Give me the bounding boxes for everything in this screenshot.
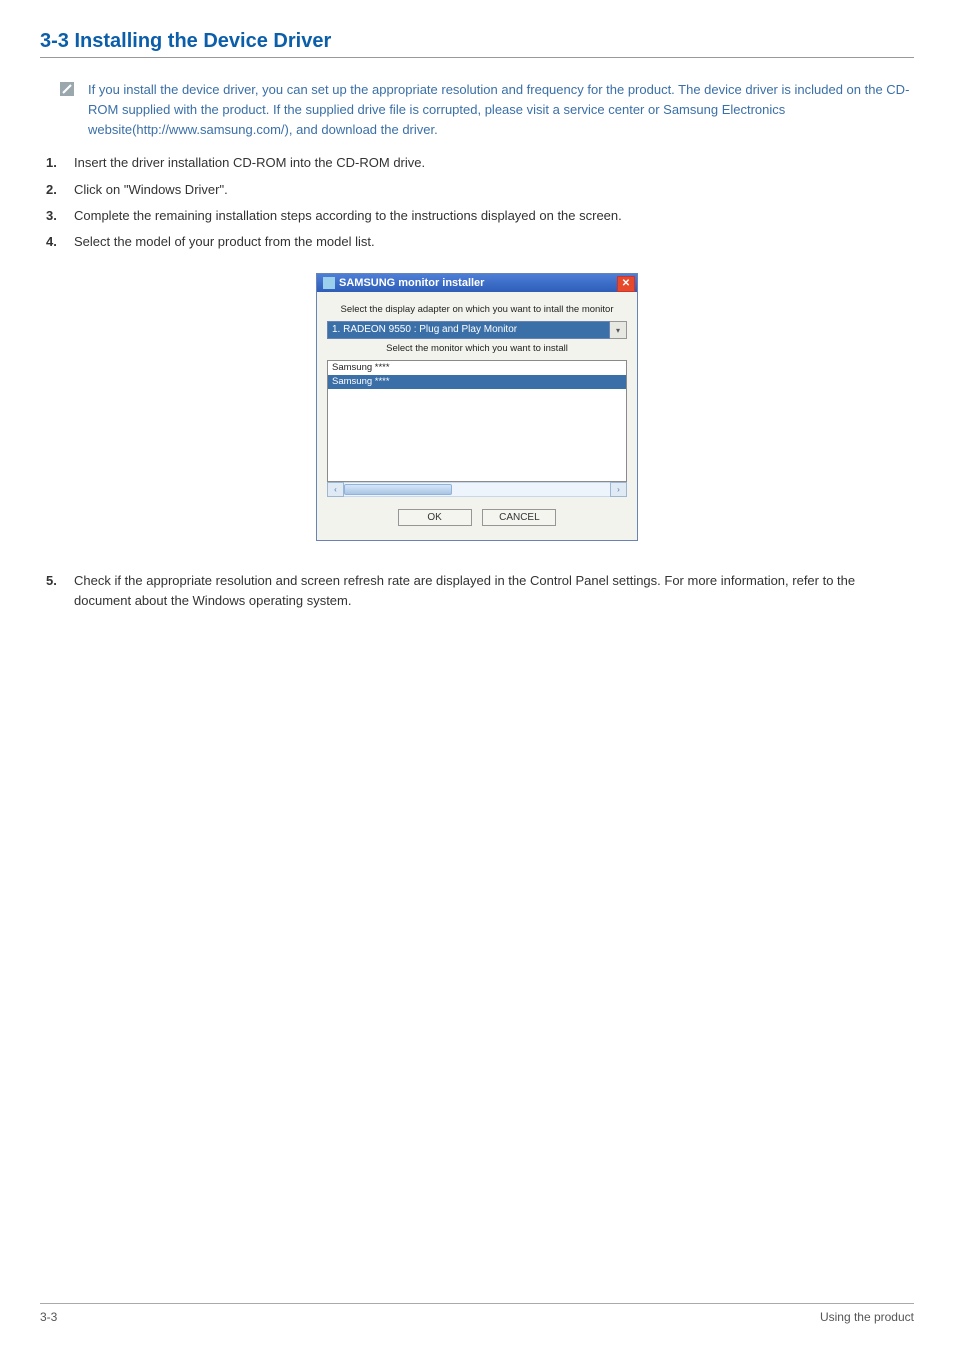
app-icon bbox=[323, 277, 335, 289]
close-icon: ✕ bbox=[622, 275, 630, 293]
footer-section-title: Using the product bbox=[820, 1310, 914, 1324]
step-text: Check if the appropriate resolution and … bbox=[74, 573, 855, 608]
installer-dialog-screenshot: SAMSUNG monitor installer ✕ Select the d… bbox=[316, 273, 638, 541]
list-item[interactable]: Samsung **** bbox=[328, 361, 626, 375]
scroll-thumb[interactable] bbox=[344, 484, 452, 495]
step-item: 3.Complete the remaining installation st… bbox=[64, 207, 914, 225]
step-item: 2.Click on "Windows Driver". bbox=[64, 181, 914, 199]
chevron-down-icon: ▾ bbox=[616, 326, 620, 335]
monitor-listbox[interactable]: Samsung **** Samsung **** bbox=[327, 360, 627, 482]
page-heading: 3-3 Installing the Device Driver bbox=[40, 30, 914, 53]
scroll-track[interactable] bbox=[344, 482, 610, 497]
step-item: 4.Select the model of your product from … bbox=[64, 233, 914, 251]
dialog-title-text: SAMSUNG monitor installer bbox=[339, 274, 617, 292]
scroll-left-button[interactable]: ‹ bbox=[327, 482, 344, 497]
ok-button[interactable]: OK bbox=[398, 509, 472, 526]
note-icon bbox=[60, 82, 74, 96]
step-item: 5. Check if the appropriate resolution a… bbox=[46, 571, 914, 611]
horizontal-scrollbar[interactable]: ‹ › bbox=[327, 482, 627, 497]
list-item[interactable]: Samsung **** bbox=[328, 375, 626, 389]
heading-rule bbox=[40, 57, 914, 58]
step-item: 1.Insert the driver installation CD-ROM … bbox=[64, 154, 914, 172]
monitor-label: Select the monitor which you want to ins… bbox=[327, 343, 627, 354]
scroll-right-button[interactable]: › bbox=[610, 482, 627, 497]
chevron-right-icon: › bbox=[617, 485, 620, 494]
step-text: Complete the remaining installation step… bbox=[74, 208, 622, 223]
close-button[interactable]: ✕ bbox=[617, 276, 635, 292]
cancel-button[interactable]: CANCEL bbox=[482, 509, 556, 526]
dialog-titlebar: SAMSUNG monitor installer ✕ bbox=[317, 274, 637, 292]
adapter-combobox-value: 1. RADEON 9550 : Plug and Play Monitor bbox=[327, 321, 610, 339]
step-text: Click on "Windows Driver". bbox=[74, 182, 228, 197]
chevron-left-icon: ‹ bbox=[334, 485, 337, 494]
footer-page-number: 3-3 bbox=[40, 1310, 57, 1324]
adapter-label: Select the display adapter on which you … bbox=[327, 304, 627, 315]
step-text: Select the model of your product from th… bbox=[74, 234, 375, 249]
step-text: Insert the driver installation CD-ROM in… bbox=[74, 155, 425, 170]
combobox-dropdown-button[interactable]: ▾ bbox=[610, 321, 627, 339]
adapter-combobox[interactable]: 1. RADEON 9550 : Plug and Play Monitor ▾ bbox=[327, 321, 627, 339]
note-text: If you install the device driver, you ca… bbox=[88, 80, 914, 140]
